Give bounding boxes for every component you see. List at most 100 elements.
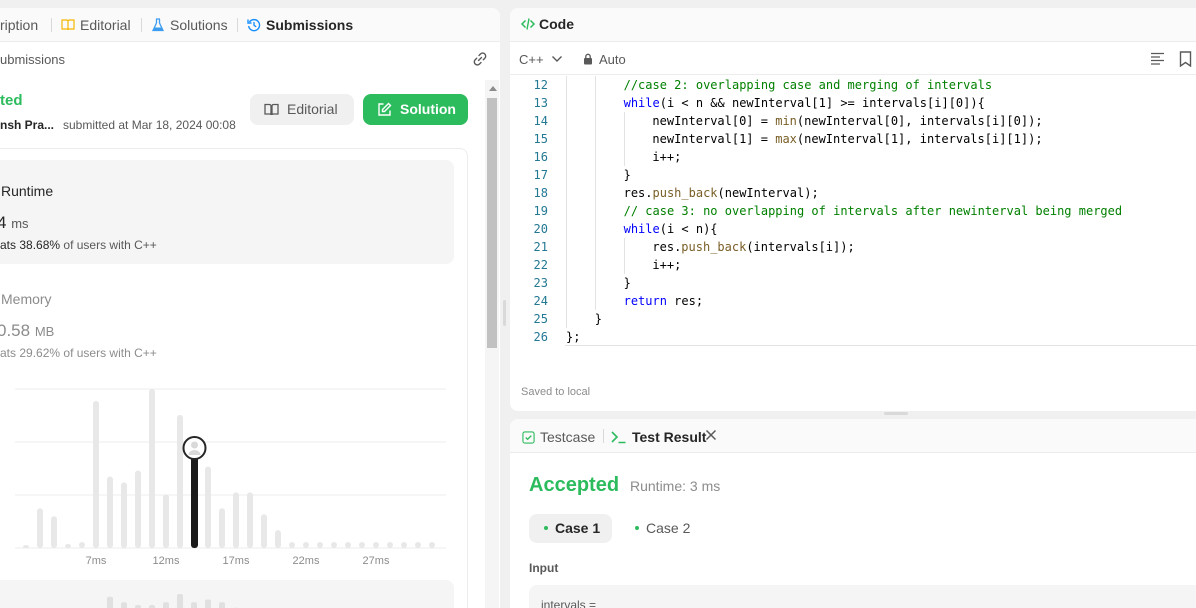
horizontal-resize-handle[interactable] <box>884 412 908 415</box>
bookmark-icon[interactable] <box>1179 51 1192 67</box>
bar <box>23 545 29 548</box>
indent-guide <box>623 256 625 274</box>
indent-guide <box>594 274 596 292</box>
tab-divider <box>237 18 238 32</box>
code-line[interactable]: 26}; <box>510 328 1196 346</box>
code-line[interactable]: 22 i++; <box>510 256 1196 274</box>
mini-bar <box>121 602 127 608</box>
tab-test-result-label: Test Result <box>632 429 707 445</box>
code-line[interactable]: 24 return res; <box>510 292 1196 310</box>
tab-test-result[interactable]: Test Result <box>610 429 706 445</box>
bar <box>345 542 351 548</box>
line-number: 16 <box>533 150 548 164</box>
memory-title[interactable]: Memory <box>1 291 52 307</box>
bar <box>65 544 71 548</box>
line-number: 13 <box>533 96 548 110</box>
breadcrumb-label[interactable]: ubmissions <box>0 52 65 67</box>
bar <box>289 542 295 548</box>
distribution-overview-chart[interactable]: 7ms12ms17ms22ms27ms <box>0 586 460 608</box>
memory-beats-value: 29.62% <box>19 346 61 360</box>
tab-editorial-label: Editorial <box>80 17 131 33</box>
code-toolbar: C++ Auto <box>510 42 1196 75</box>
close-icon[interactable] <box>704 428 718 442</box>
runtime-beats-prefix: ats <box>0 238 17 252</box>
code-editor[interactable]: 12 //case 2: overlapping case and merging… <box>510 76 1196 376</box>
code-line[interactable]: 16 i++; <box>510 148 1196 166</box>
line-number: 14 <box>533 114 548 128</box>
indent-guide <box>594 76 596 94</box>
code-line[interactable]: 15 newInterval[1] = max(newInterval[1], i… <box>510 130 1196 148</box>
code-token: (i < n){ <box>659 222 718 236</box>
format-icon[interactable] <box>1150 52 1165 66</box>
code-line[interactable]: 13 while(i < n && newInterval[1] >= inter… <box>510 94 1196 112</box>
code-line[interactable]: 23} <box>510 274 1196 292</box>
code-text: } <box>624 274 631 292</box>
tab-divider <box>51 18 52 32</box>
code-text: return res; <box>624 292 703 310</box>
code-token: i++; <box>652 258 682 272</box>
submitted-timestamp: submitted at Mar 18, 2024 00:08 <box>63 118 236 132</box>
indent-guide <box>566 112 567 130</box>
x-tick-label: 7ms <box>86 555 107 567</box>
auto-mode[interactable]: Auto <box>583 52 626 67</box>
pass-dot-icon <box>544 526 548 530</box>
code-line[interactable]: 17} <box>510 166 1196 184</box>
result-status: Accepted <box>529 474 620 496</box>
code-line[interactable]: 14 newInterval[0] = min(newInterval[0], i… <box>510 112 1196 130</box>
indent-guide <box>623 112 625 130</box>
code-line[interactable]: 12 //case 2: overlapping case and merging… <box>510 76 1196 94</box>
bar <box>205 466 211 548</box>
code-text: } <box>595 310 602 328</box>
bar <box>149 389 155 548</box>
editorial-button[interactable]: Editorial <box>250 94 354 125</box>
code-line[interactable]: 25} <box>510 310 1196 328</box>
code-line[interactable]: 19 // case 3: no overlapping of intervals… <box>510 202 1196 220</box>
history-icon <box>247 18 261 32</box>
indent-guide <box>566 256 567 274</box>
runtime-title: Runtime <box>1 183 54 199</box>
language-select[interactable]: C++ <box>519 52 563 67</box>
memory-beats: ats 29.62% of users with C++ <box>0 346 157 360</box>
lock-icon <box>584 53 592 65</box>
test-panel: Testcase Test Result Accepted Runtime: 3… <box>510 419 1196 608</box>
code-token: (newInterval); <box>717 186 819 200</box>
code-line[interactable]: 20 while(i < n){ <box>510 220 1196 238</box>
runtime-beats-value: 38.68% <box>19 238 61 252</box>
tab-testcase[interactable]: Testcase <box>522 429 595 445</box>
line-number: 24 <box>533 294 548 308</box>
indent-guide <box>594 292 596 310</box>
code-line[interactable]: 18 res.push_back(newInterval); <box>510 184 1196 202</box>
indent-guide <box>594 166 596 184</box>
editor-end-line <box>565 345 1196 346</box>
runtime-distribution-chart[interactable]: 7ms 12ms 17ms 22ms 27ms <box>0 378 460 578</box>
author-name[interactable]: nsh Pra... <box>0 118 54 132</box>
scrollbar-thumb[interactable] <box>487 98 497 348</box>
code-text: } <box>624 166 631 184</box>
tab-submissions[interactable]: Submissions <box>247 16 353 36</box>
line-number: 17 <box>533 168 548 182</box>
code-token: min <box>775 114 797 128</box>
scroll-up-icon[interactable] <box>489 86 497 91</box>
line-number: 19 <box>533 204 548 218</box>
case-2-button[interactable]: Case 2 <box>620 514 703 543</box>
code-tab[interactable]: Code <box>520 16 574 32</box>
bar <box>415 542 421 548</box>
code-line[interactable]: 21 res.push_back(intervals[i]); <box>510 238 1196 256</box>
memory-beats-prefix: ats <box>0 346 17 360</box>
tab-description-label: ription <box>0 17 39 33</box>
memory-unit: MB <box>34 324 55 339</box>
solution-button[interactable]: Solution <box>363 94 468 125</box>
tab-editorial[interactable]: Editorial <box>61 16 131 36</box>
input-value-box <box>529 585 1196 608</box>
vertical-resize-handle[interactable] <box>503 300 506 326</box>
bar <box>331 542 337 548</box>
link-icon[interactable] <box>471 50 489 68</box>
tab-solutions[interactable]: Solutions <box>151 16 228 36</box>
indent-guide <box>594 220 596 238</box>
bar <box>261 514 267 548</box>
case-1-button[interactable]: Case 1 <box>529 514 612 543</box>
line-number: 23 <box>533 276 548 290</box>
tab-description[interactable]: ription <box>0 16 38 36</box>
indent-guide <box>623 148 625 166</box>
mini-bar <box>191 602 197 608</box>
